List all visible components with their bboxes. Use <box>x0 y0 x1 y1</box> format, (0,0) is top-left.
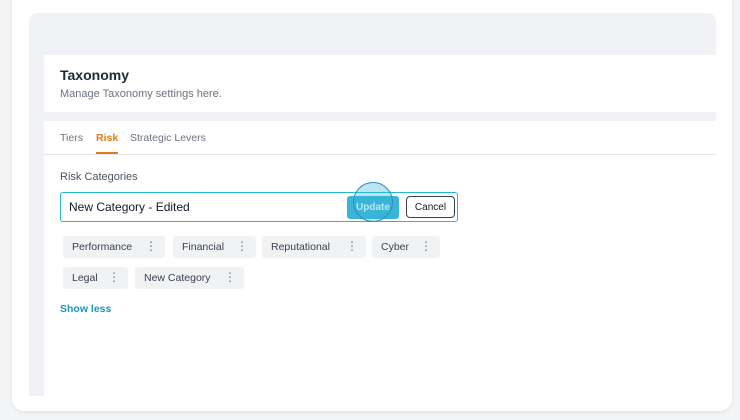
category-edit-box: Update Cancel <box>60 192 458 222</box>
tab-risk[interactable]: Risk <box>96 132 119 154</box>
kebab-menu-icon[interactable]: ⋮ <box>346 236 358 257</box>
tab-bar: Tiers Risk Strategic Levers <box>44 121 716 155</box>
kebab-menu-icon[interactable]: ⋮ <box>108 267 120 288</box>
risk-categories-label: Risk Categories <box>60 171 138 183</box>
page-subtitle: Manage Taxonomy settings here. <box>60 88 222 100</box>
chip-label: Performance <box>72 241 133 253</box>
chip-label: New Category <box>144 272 211 284</box>
update-button[interactable]: Update <box>347 196 399 219</box>
page-header: Taxonomy Manage Taxonomy settings here. <box>44 55 716 112</box>
chip-label: Legal <box>72 272 98 284</box>
chip-performance[interactable]: Performance ⋮ <box>63 236 165 258</box>
tab-strategic-levers[interactable]: Strategic Levers <box>130 132 206 152</box>
taxonomy-content: Tiers Risk Strategic Levers Risk Categor… <box>44 121 716 396</box>
kebab-menu-icon[interactable]: ⋮ <box>420 236 432 257</box>
chip-legal[interactable]: Legal ⋮ <box>63 267 128 289</box>
kebab-menu-icon[interactable]: ⋮ <box>224 267 236 288</box>
kebab-menu-icon[interactable]: ⋮ <box>145 236 157 257</box>
show-less-link[interactable]: Show less <box>60 303 111 315</box>
page-title: Taxonomy <box>60 67 129 83</box>
chip-reputational[interactable]: Reputational ⋮ <box>262 236 366 258</box>
cancel-button[interactable]: Cancel <box>406 196 455 218</box>
category-name-input[interactable] <box>69 198 339 216</box>
chip-cyber[interactable]: Cyber ⋮ <box>372 236 440 258</box>
chip-financial[interactable]: Financial ⋮ <box>173 236 256 258</box>
chip-label: Financial <box>182 241 225 253</box>
chip-label: Cyber <box>381 241 410 253</box>
tab-tiers[interactable]: Tiers <box>60 132 83 152</box>
chip-new-category[interactable]: New Category ⋮ <box>135 267 244 289</box>
kebab-menu-icon[interactable]: ⋮ <box>236 236 248 257</box>
chip-label: Reputational <box>271 241 330 253</box>
